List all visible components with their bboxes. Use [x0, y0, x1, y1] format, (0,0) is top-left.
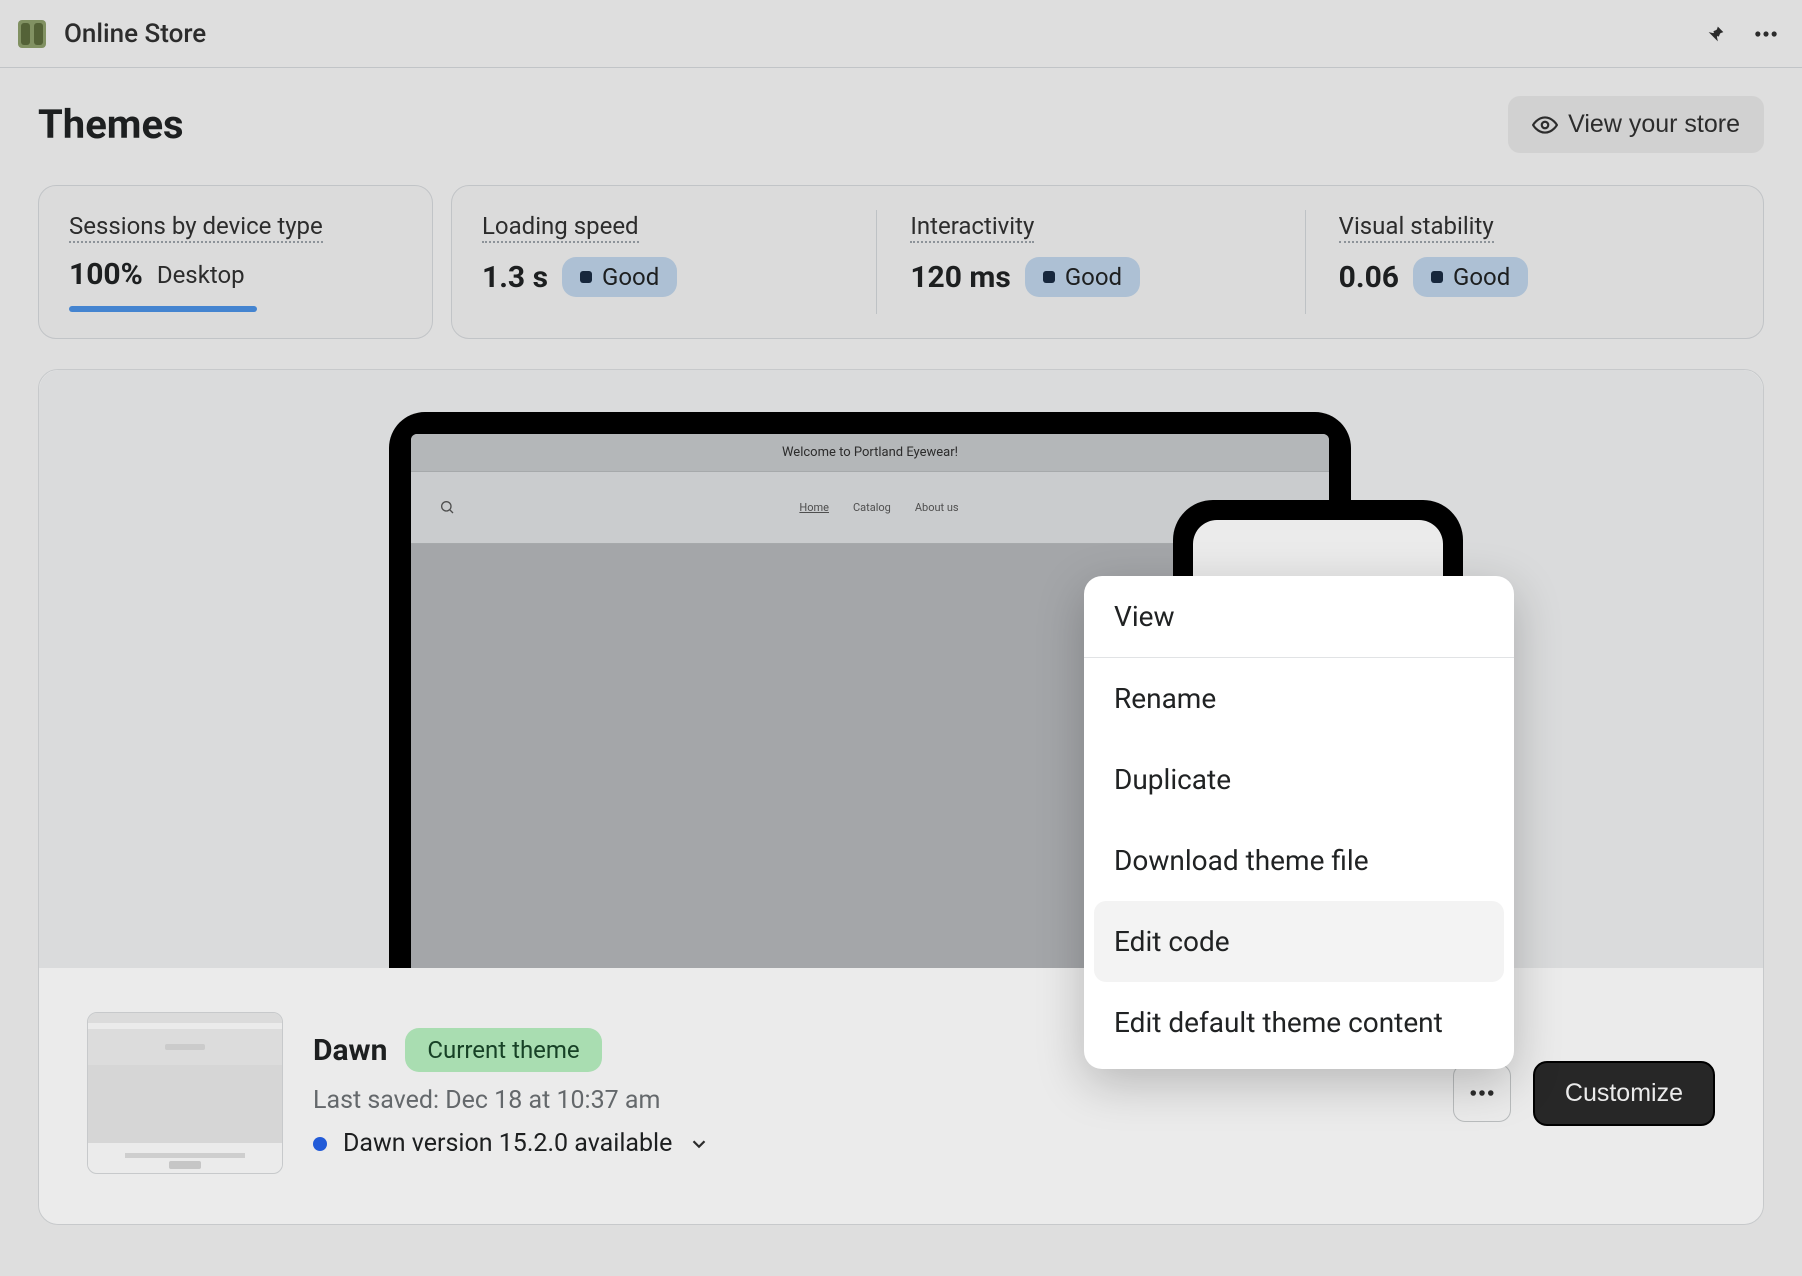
announcement-bar: Welcome to Portland Eyewear!: [411, 434, 1329, 472]
topbar: Online Store: [0, 0, 1802, 68]
metric-value: 1.3 s: [482, 260, 548, 295]
update-dot-icon: [313, 1137, 327, 1151]
page-header: Themes View your store: [0, 68, 1802, 163]
metrics-row: Sessions by device type 100% Desktop Loa…: [0, 163, 1802, 361]
metric-bar: [69, 306, 257, 312]
customize-button[interactable]: Customize: [1533, 1061, 1715, 1126]
status-badge: Good: [562, 257, 677, 297]
popover-item-edit-code[interactable]: Edit code: [1094, 901, 1504, 982]
more-icon[interactable]: [1748, 16, 1784, 52]
theme-actions-popover: View Rename Duplicate Download theme fil…: [1084, 576, 1514, 1069]
theme-more-button[interactable]: [1453, 1064, 1511, 1122]
metric-title: Visual stability: [1339, 212, 1494, 243]
last-saved-text: Last saved: Dec 18 at 10:37 am: [313, 1086, 1423, 1115]
version-available-row[interactable]: Dawn version 15.2.0 available: [313, 1129, 1423, 1158]
metric-card-webvitals[interactable]: Loading speed 1.3 s Good Interactivity 1…: [451, 185, 1764, 339]
popover-item-view[interactable]: View: [1084, 576, 1514, 658]
status-badge: Good: [1025, 257, 1140, 297]
eye-icon: [1532, 112, 1558, 138]
metric-title: Sessions by device type: [69, 212, 323, 243]
search-icon: [439, 499, 457, 517]
popover-item-download[interactable]: Download theme file: [1084, 820, 1514, 901]
view-your-store-button[interactable]: View your store: [1508, 96, 1764, 153]
metric-title: Interactivity: [910, 212, 1034, 243]
metric-sub: Desktop: [157, 261, 245, 289]
metric-title: Loading speed: [482, 212, 639, 243]
popover-item-edit-default[interactable]: Edit default theme content: [1084, 982, 1514, 1063]
view-store-label: View your store: [1568, 110, 1740, 139]
theme-name: Dawn: [313, 1033, 387, 1068]
popover-item-duplicate[interactable]: Duplicate: [1084, 739, 1514, 820]
breadcrumb[interactable]: Online Store: [64, 19, 206, 49]
app-logo-icon: [18, 20, 46, 48]
metric-value: 120 ms: [910, 260, 1011, 295]
page-title: Themes: [38, 101, 184, 148]
chevron-down-icon: [688, 1133, 710, 1155]
status-badge: Good: [1413, 257, 1528, 297]
metric-value: 0.06: [1339, 260, 1399, 295]
metric-card-sessions[interactable]: Sessions by device type 100% Desktop: [38, 185, 433, 339]
popover-item-rename[interactable]: Rename: [1084, 658, 1514, 739]
pin-icon[interactable]: [1698, 16, 1734, 52]
theme-thumbnail: [87, 1012, 283, 1174]
site-nav: Home Catalog About us: [457, 501, 1301, 514]
version-text: Dawn version 15.2.0 available: [343, 1129, 672, 1158]
current-theme-badge: Current theme: [405, 1028, 601, 1072]
metric-value: 100%: [69, 257, 143, 292]
